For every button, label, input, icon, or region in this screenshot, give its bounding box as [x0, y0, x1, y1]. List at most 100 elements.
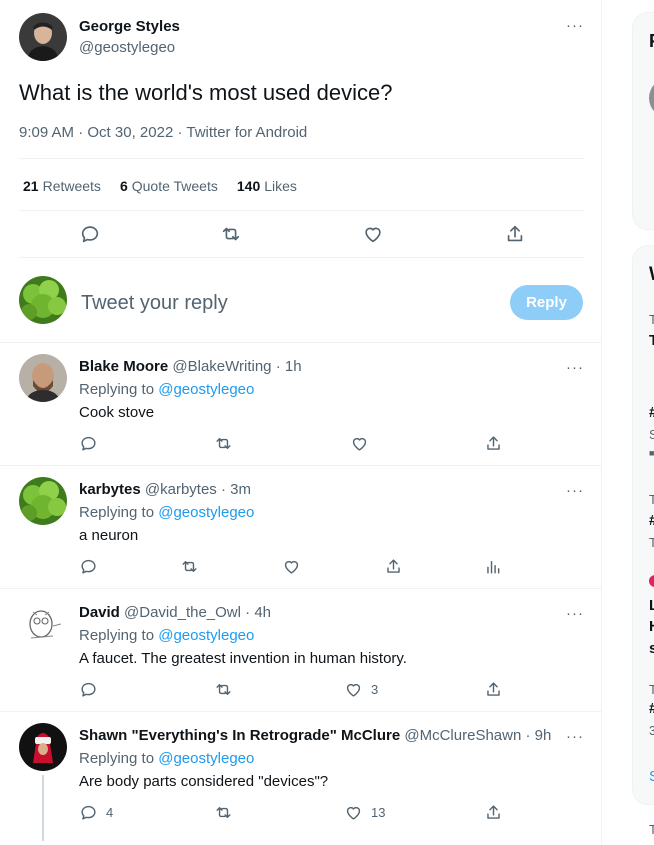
- author-handle[interactable]: @geostylegeo: [79, 39, 175, 56]
- more-options-button[interactable]: ···: [566, 729, 584, 744]
- reply-avatar[interactable]: [19, 477, 67, 525]
- heart-icon: [365, 227, 381, 243]
- live-badge: [649, 575, 654, 587]
- right-sidebar: F W T T # S ■ T # T L H s T # 3 S T: [602, 0, 654, 845]
- tweet-time[interactable]: 9:09 AM: [19, 124, 74, 141]
- reply-tweet[interactable]: Shawn "Everything's In Retrograde" McClu…: [0, 711, 602, 845]
- more-options-button[interactable]: ···: [566, 360, 584, 375]
- tweet-source[interactable]: Twitter for Android: [186, 124, 307, 141]
- more-options-button[interactable]: ···: [566, 606, 584, 621]
- trend-context: S: [649, 427, 654, 442]
- reply-icon: [81, 682, 96, 697]
- heart-icon: [346, 683, 361, 697]
- thread-connector: [42, 775, 44, 841]
- user-avatar[interactable]: [19, 276, 67, 324]
- like-button[interactable]: [282, 557, 301, 576]
- reply-author[interactable]: Blake Moore @BlakeWriting · 1h: [79, 358, 302, 375]
- reply-tweet[interactable]: karbytes @karbytes · 3m ··· Replying to …: [0, 465, 602, 588]
- tweet-timestamp: 9:09 AM · Oct 30, 2022 · Twitter for And…: [19, 124, 307, 141]
- more-options-button[interactable]: ···: [566, 483, 584, 498]
- mention-link[interactable]: @geostylegeo: [158, 627, 254, 644]
- trend-count: 3: [649, 723, 654, 738]
- show-more-link[interactable]: S: [649, 768, 654, 785]
- replying-to: Replying to @geostylegeo: [79, 381, 255, 398]
- analytics-button[interactable]: [484, 557, 503, 576]
- footer-link[interactable]: T: [649, 822, 654, 837]
- trend-name[interactable]: L: [649, 597, 654, 614]
- share-icon: [487, 805, 500, 819]
- retweet-button[interactable]: [180, 557, 199, 576]
- reply-input[interactable]: Tweet your reply: [81, 292, 228, 315]
- likes-stat[interactable]: 140 Likes: [237, 178, 297, 194]
- trend-name[interactable]: s: [649, 640, 654, 657]
- reply-icon: [81, 559, 96, 574]
- reply-button[interactable]: [79, 680, 98, 699]
- retweet-icon: [222, 227, 240, 241]
- retweets-stat[interactable]: 21 Retweets: [23, 178, 101, 194]
- reply-submit-button[interactable]: Reply: [510, 285, 583, 320]
- retweet-button[interactable]: [214, 680, 233, 699]
- trend-name[interactable]: H: [649, 618, 654, 635]
- quote-tweets-stat[interactable]: 6 Quote Tweets: [120, 178, 218, 194]
- mention-link[interactable]: @geostylegeo: [158, 504, 254, 521]
- share-button[interactable]: [484, 434, 503, 453]
- author-avatar[interactable]: [19, 13, 67, 61]
- reply-author[interactable]: Shawn "Everything's In Retrograde" McClu…: [79, 727, 551, 744]
- reply-avatar[interactable]: [19, 600, 67, 648]
- more-options-button[interactable]: ···: [566, 18, 584, 33]
- reply-tweet[interactable]: David @David_the_Owl · 4h ··· Replying t…: [0, 588, 602, 711]
- trend-context: ■: [649, 448, 654, 458]
- replying-to: Replying to @geostylegeo: [79, 627, 255, 644]
- reply-count: 4: [106, 805, 114, 820]
- tweet-text: What is the world's most used device?: [19, 80, 393, 105]
- reply-text: a neuron: [79, 527, 139, 544]
- author-name[interactable]: George Styles: [79, 18, 180, 35]
- reply-icon: [81, 226, 99, 243]
- reply-avatar[interactable]: [19, 723, 67, 771]
- like-count: 13: [371, 805, 386, 820]
- reply-button[interactable]: 4: [79, 803, 113, 822]
- reply-text: Cook stove: [79, 404, 155, 421]
- like-button[interactable]: 3: [344, 680, 378, 699]
- heart-icon: [284, 560, 299, 574]
- trend-name[interactable]: #: [649, 700, 654, 717]
- like-count: 3: [371, 682, 379, 697]
- share-button[interactable]: [384, 557, 403, 576]
- share-button[interactable]: [504, 223, 526, 245]
- tweet-date[interactable]: Oct 30, 2022: [87, 124, 173, 141]
- share-button[interactable]: [484, 680, 503, 699]
- trend-context: T: [649, 682, 654, 697]
- retweet-button[interactable]: [214, 803, 233, 822]
- reply-button[interactable]: [79, 434, 98, 453]
- reply-tweet[interactable]: Blake Moore @BlakeWriting · 1h ··· Reply…: [0, 342, 602, 465]
- retweet-icon: [182, 561, 197, 572]
- reply-author[interactable]: David @David_the_Owl · 4h: [79, 604, 271, 621]
- share-icon: [507, 225, 523, 242]
- like-button[interactable]: [350, 434, 369, 453]
- like-button[interactable]: 13: [344, 803, 385, 822]
- trend-name[interactable]: #: [649, 512, 654, 529]
- reply-text: A faucet. The greatest invention in huma…: [79, 650, 407, 667]
- reply-button[interactable]: [79, 557, 98, 576]
- retweet-icon: [216, 438, 231, 449]
- reply-avatar[interactable]: [19, 354, 67, 402]
- retweet-button[interactable]: [220, 223, 242, 245]
- tweet-stats: 21 Retweets 6 Quote Tweets 140 Likes: [23, 178, 297, 194]
- replying-to: Replying to @geostylegeo: [79, 750, 255, 767]
- share-icon: [387, 559, 400, 573]
- trend-name[interactable]: T: [649, 332, 654, 349]
- replying-to: Replying to @geostylegeo: [79, 504, 255, 521]
- reply-author[interactable]: karbytes @karbytes · 3m: [79, 481, 251, 498]
- reply-button[interactable]: [79, 223, 101, 245]
- divider: [19, 158, 585, 159]
- trend-name[interactable]: #: [649, 404, 654, 421]
- share-button[interactable]: [484, 803, 503, 822]
- retweet-button[interactable]: [214, 434, 233, 453]
- divider: [19, 257, 585, 258]
- mention-link[interactable]: @geostylegeo: [158, 750, 254, 767]
- sidebar-card-title: F: [649, 31, 654, 52]
- meta-separator: ·: [177, 124, 183, 141]
- like-button[interactable]: [362, 223, 384, 245]
- main-column: George Styles @geostylegeo ··· What is t…: [0, 0, 602, 845]
- mention-link[interactable]: @geostylegeo: [158, 381, 254, 398]
